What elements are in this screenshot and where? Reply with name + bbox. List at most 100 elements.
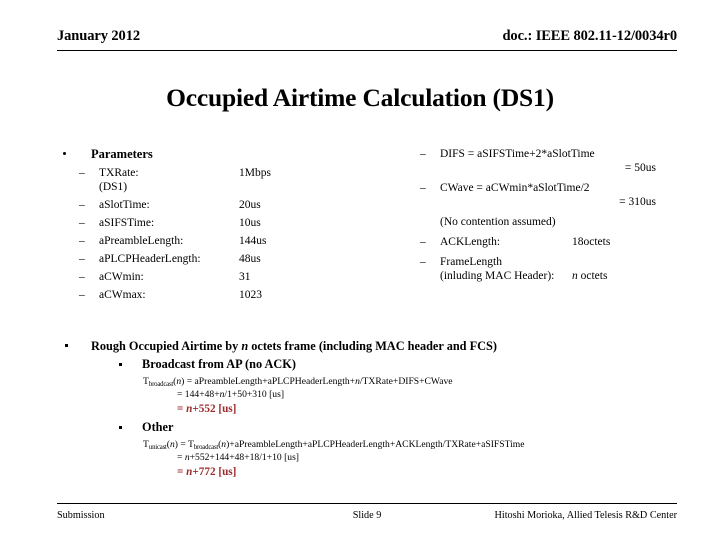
parameter-label: (DS1) [99,181,128,193]
parameter-value: 10us [239,217,261,229]
dash-icon: – [79,253,85,265]
formula-line1-subscript: broadcast [193,444,219,451]
parameter-row: – aSIFSTime: 10us [57,216,397,230]
airtime-section: Rough Occupied Airtime by n octets frame… [57,338,677,480]
parameter-label: aSIFSTime: [99,217,155,229]
parameter-label: aPreambleLength: [99,235,184,247]
parameter-value: 48us [239,253,261,265]
parameter-label: aCWmax: [99,289,146,301]
formula-line2-post: /1+50+310 [us] [224,389,285,400]
dash-icon: – [79,235,85,247]
formula-line1-body: = aPreambleLength+aPLCPHeaderLength+ [184,376,356,387]
parameters-heading-label: Parameters [91,147,153,161]
parameter-value: 1023 [239,289,262,301]
parameter-row: – aCWmax: 1023 [57,288,397,302]
bullet-square-icon [65,344,68,347]
framelength-value: n octets [572,269,607,283]
parameter-value: 31 [239,271,251,283]
dash-icon: – [420,256,426,268]
footer-submission-label: Submission [57,510,105,521]
formula-fn-subscript: broadcast [148,381,174,388]
cwave-expression: CWave = aCWmin*aSlotTime/2 [440,182,590,194]
contention-note-label: (No contention assumed) [440,216,556,228]
parameter-label: TXRate: [99,167,139,179]
framelength-label: FrameLength [440,256,502,268]
result-prefix: = [177,403,187,415]
formula-line2: = 144+48+n/1+50+310 [us] [143,389,677,401]
result-suffix: +772 [us] [192,466,237,478]
dash-icon: – [79,289,85,301]
airtime-heading-pre: Rough Occupied Airtime by [91,339,242,353]
dash-icon: – [79,167,85,179]
framelength-continuation: (inluding MAC Header): n octets [440,269,680,283]
dash-icon: – [420,182,426,194]
parameter-row: – aCWmin: 31 [57,270,397,284]
formula-line2-pre: = 144+48+ [177,389,220,400]
cwave-row: – CWave = aCWmin*aSlotTime/2 [400,181,680,195]
parameter-row: – aPreambleLength: 144us [57,234,397,248]
acklength-value: 18octets [572,236,611,248]
dash-icon: – [79,271,85,283]
dash-icon: – [79,199,85,211]
dash-icon: – [420,236,426,248]
parameter-row: – TXRate: 1Mbps [57,166,397,180]
bullet-square-icon [119,426,122,429]
slide-footer: Slide 9 Submission Hitoshi Morioka, Alli… [57,510,677,526]
formula-line2-post: +552+144+48+18/1+10 [us] [189,452,300,463]
footer-divider [57,503,677,504]
formula-line2: = n+552+144+48+18/1+10 [us] [143,452,677,464]
framelength-sublabel: (inluding MAC Header): [440,270,555,282]
contention-note: (No contention assumed) [400,215,680,229]
formula-other-result: = n+772 [us] [143,465,677,480]
framelength-value-unit: octets [577,270,608,282]
case-other-label-row: Other [57,419,677,436]
formula-fn-subscript: unicast [148,444,167,451]
parameter-row-continuation: (DS1) [57,180,397,194]
parameter-value: 144us [239,235,267,247]
formula-line1-eq: = T [177,439,194,450]
header-date: January 2012 [57,28,140,44]
difs-row: – DIFS = aSIFSTime+2*aSlotTime [400,147,680,161]
case-broadcast-label-row: Broadcast from AP (no ACK) [57,356,677,373]
formula-line1-tail: +aPreambleLength+aPLCPHeaderLength+ACKLe… [229,439,525,450]
parameters-column: Parameters – TXRate: 1Mbps (DS1) – aSlotT… [57,147,397,302]
header-divider [57,50,677,51]
parameter-label: aCWmin: [99,271,144,283]
cwave-result: = 310us [619,196,656,208]
airtime-heading-post: octets frame (including MAC header and F… [248,339,497,353]
footer-author: Hitoshi Morioka, Allied Telesis R&D Cent… [494,510,677,521]
parameter-value: 1Mbps [239,167,271,179]
dash-icon: – [79,217,85,229]
case-other-formula: Tunicast(n) = Tbroadcast(n)+aPreambleLen… [57,439,677,480]
formula-line1-tail: /TXRate+DIFS+CWave [359,376,453,387]
result-prefix: = [177,466,187,478]
formula-line2-pre: = [177,452,185,463]
bullet-round-icon [63,152,66,155]
acklength-row: – ACKLength: 18octets [400,235,680,249]
formula-fn-base: T [143,439,149,450]
formula-fn-base: T [143,376,149,387]
parameters-heading: Parameters [57,147,397,162]
bullet-square-icon [119,363,122,366]
slide-title: Occupied Airtime Calculation (DS1) [166,83,554,112]
airtime-heading: Rough Occupied Airtime by n octets frame… [57,338,677,354]
case-broadcast-label: Broadcast from AP (no ACK) [142,357,296,371]
parameter-label: aSlotTime: [99,199,150,211]
parameter-value: 20us [239,199,261,211]
case-other-label: Other [142,420,174,434]
parameter-row: – aPLCPHeaderLength: 48us [57,252,397,266]
slide-header: January 2012 doc.: IEEE 802.11-12/0034r0 [57,28,677,50]
parameter-row: – aSlotTime: 20us [57,198,397,212]
header-document-id: doc.: IEEE 802.11-12/0034r0 [502,28,677,44]
slide-canvas: January 2012 doc.: IEEE 802.11-12/0034r0… [0,0,720,540]
result-suffix: +552 [us] [192,403,237,415]
derived-values-column: – DIFS = aSIFSTime+2*aSlotTime = 50us – … [400,147,680,283]
difs-result: = 50us [624,162,656,174]
framelength-row: – FrameLength (inluding MAC Header): n oc… [400,255,680,283]
case-broadcast-formula: Tbroadcast(n) = aPreambleLength+aPLCPHea… [57,376,677,417]
parameter-label: aPLCPHeaderLength: [99,253,201,265]
acklength-label: ACKLength: [440,236,501,248]
difs-expression: DIFS = aSIFSTime+2*aSlotTime [440,148,595,160]
dash-icon: – [420,148,426,160]
formula-broadcast-result: = n+552 [us] [143,402,677,417]
